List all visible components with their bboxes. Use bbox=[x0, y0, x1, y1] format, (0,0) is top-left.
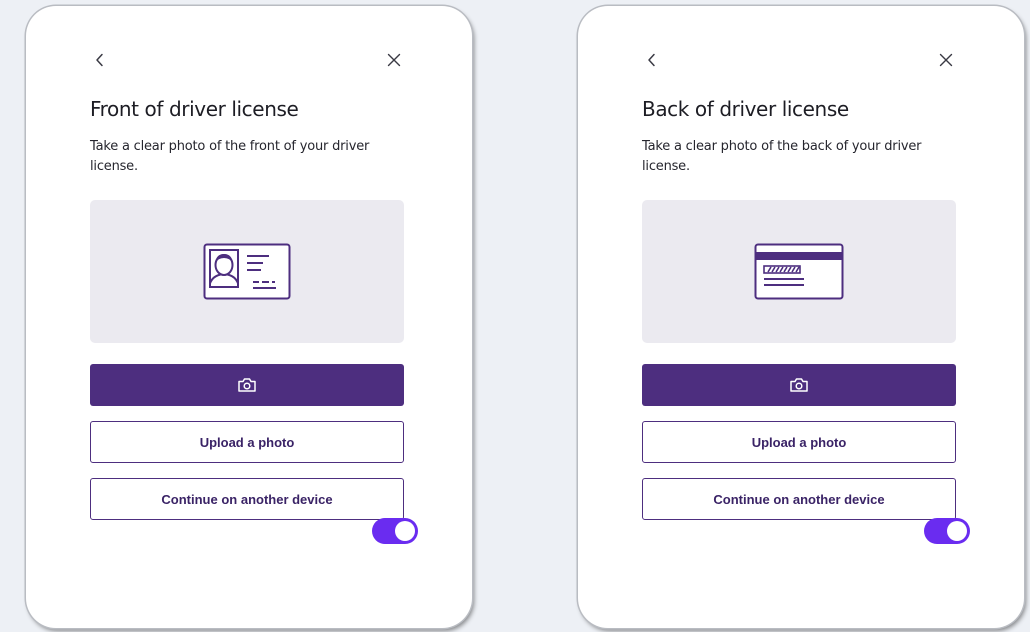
camera-icon bbox=[790, 378, 808, 392]
chevron-left-icon bbox=[648, 53, 655, 67]
camera-icon bbox=[238, 378, 256, 392]
back-license-card: Back of driver license Take a clear phot… bbox=[578, 6, 1024, 628]
toggle-switch[interactable] bbox=[924, 518, 970, 544]
toggle-knob bbox=[947, 521, 967, 541]
license-illustration bbox=[642, 200, 956, 343]
id-card-front-icon bbox=[203, 243, 291, 299]
id-card-back-icon bbox=[754, 243, 844, 299]
back-button[interactable] bbox=[90, 50, 110, 70]
close-button[interactable] bbox=[384, 50, 404, 70]
instruction-text: Take a clear photo of the back of your d… bbox=[642, 139, 922, 174]
front-license-card: Front of driver license Take a clear pho… bbox=[26, 6, 472, 628]
take-photo-button[interactable] bbox=[642, 364, 956, 406]
toggle-knob bbox=[395, 521, 415, 541]
close-button[interactable] bbox=[936, 50, 956, 70]
page-title: Front of driver license bbox=[90, 97, 299, 121]
continue-another-device-button[interactable]: Continue on another device bbox=[642, 478, 956, 520]
upload-photo-button[interactable]: Upload a photo bbox=[642, 421, 956, 463]
instruction-text: Take a clear photo of the front of your … bbox=[90, 139, 370, 174]
close-icon bbox=[939, 53, 953, 67]
toggle-switch[interactable] bbox=[372, 518, 418, 544]
chevron-left-icon bbox=[96, 53, 103, 67]
close-icon bbox=[387, 53, 401, 67]
back-button[interactable] bbox=[642, 50, 662, 70]
page-title: Back of driver license bbox=[642, 97, 849, 121]
license-illustration bbox=[90, 200, 404, 343]
take-photo-button[interactable] bbox=[90, 364, 404, 406]
upload-photo-button[interactable]: Upload a photo bbox=[90, 421, 404, 463]
continue-another-device-button[interactable]: Continue on another device bbox=[90, 478, 404, 520]
